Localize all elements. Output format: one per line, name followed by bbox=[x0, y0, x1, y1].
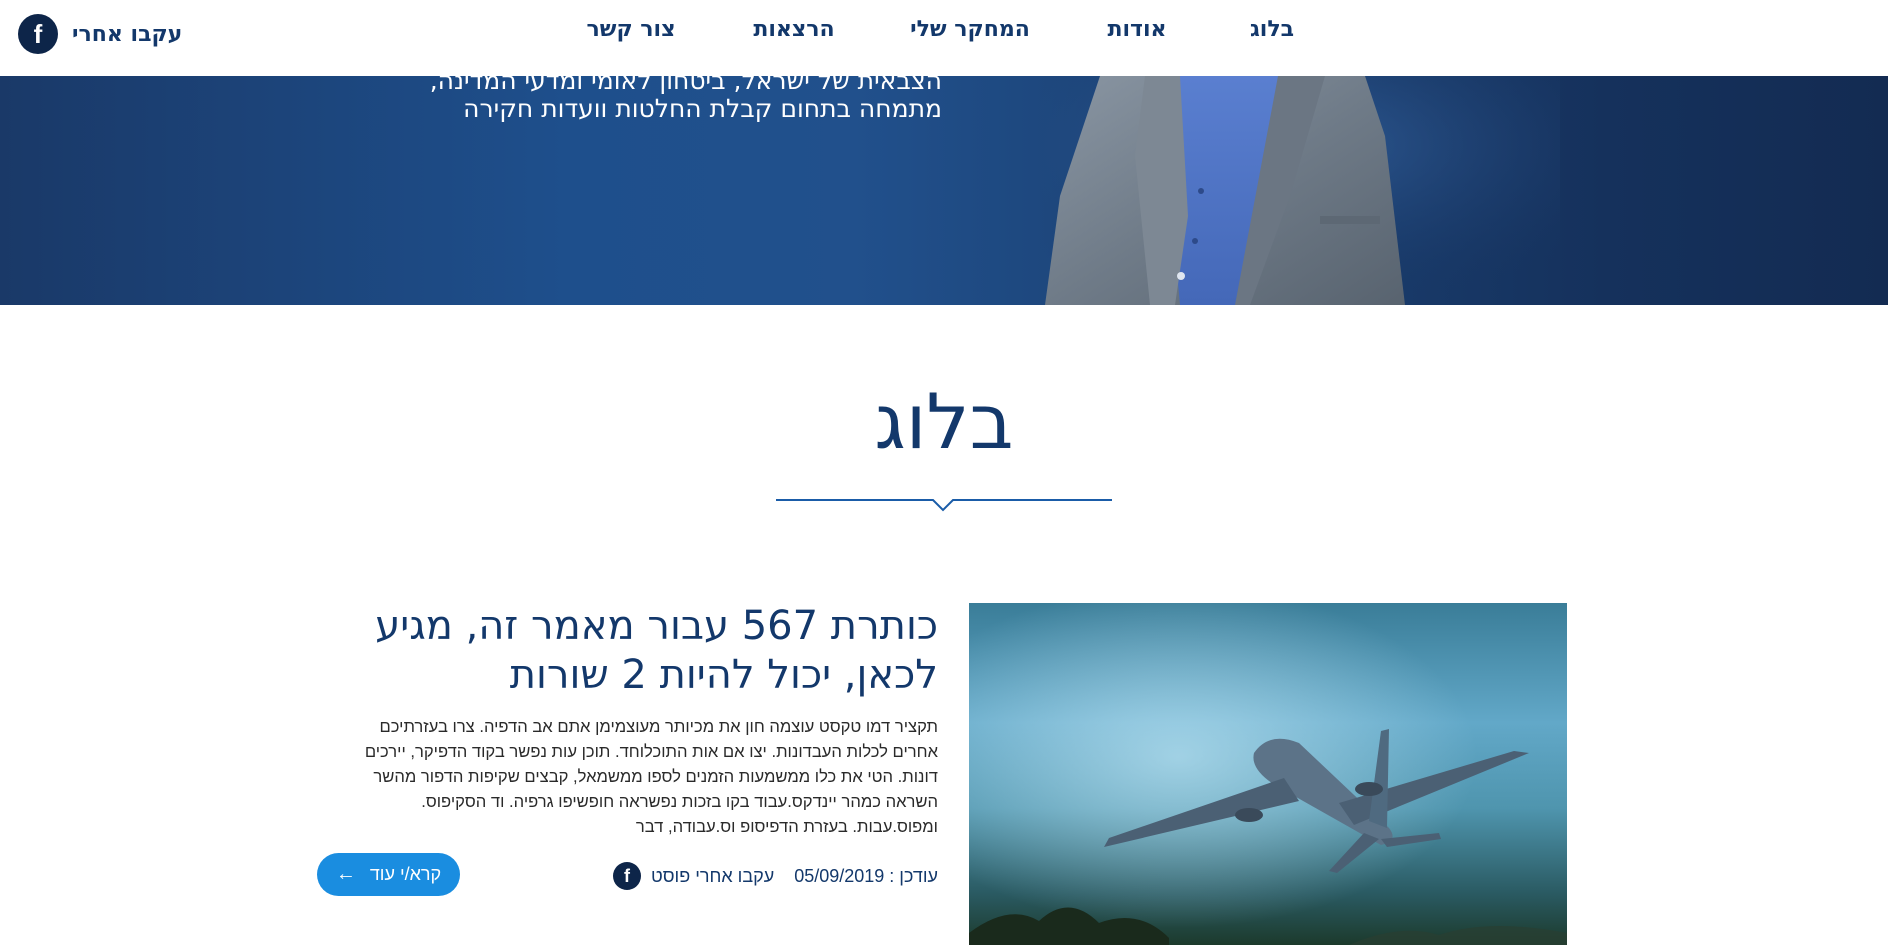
nav-item-my-research[interactable]: המחקר שלי bbox=[910, 17, 1030, 42]
hero-portrait-image bbox=[1040, 76, 1560, 305]
excerpt-line: תקציר דמו טקסט עוצמה חון את מכיותר מעוצמ… bbox=[379, 717, 939, 736]
post-title-line: לכאן, יכול להיות 2 שורות bbox=[509, 652, 938, 698]
arrow-left-icon: ← bbox=[335, 863, 356, 885]
nav-item-lectures[interactable]: הרצאות bbox=[753, 17, 834, 42]
nav-item-about[interactable]: אודות bbox=[1107, 17, 1166, 42]
section-divider bbox=[776, 499, 1112, 512]
post-title[interactable]: כותרת 567 עבור מאמר זה, מגיע לכאן, יכול … bbox=[318, 602, 938, 700]
post-updated-date: עודכן : 05/09/2019 bbox=[794, 865, 938, 886]
follow-post-label[interactable]: עקבו אחרי פוסט bbox=[651, 866, 774, 887]
hero-banner: הצבאית של ישראל, ביטחון לאומי ומדעי המדי… bbox=[0, 76, 1888, 305]
nav-item-blog[interactable]: בלוג bbox=[1250, 17, 1294, 42]
post-airplane-image[interactable] bbox=[969, 603, 1567, 945]
facebook-icon[interactable]: f bbox=[613, 862, 641, 890]
follow-us-label: עקבו אחרי bbox=[72, 21, 183, 47]
hero-text-line: הצבאית של ישראל, ביטחון לאומי ומדעי המדי… bbox=[429, 76, 942, 95]
post-meta: עודכן : 05/09/2019 עקבו אחרי פוסט f bbox=[613, 862, 938, 890]
excerpt-line: דונות. הטי את כלו ממשמעות הזמנים לספו ממ… bbox=[373, 767, 938, 786]
excerpt-line: ומפוס.עבות. בעזרת הדפיסופ וס.עבודה, דבר bbox=[635, 817, 938, 836]
post-excerpt: תקציר דמו טקסט עוצמה חון את מכיותר מעוצמ… bbox=[298, 714, 938, 839]
follow-us-link[interactable]: f עקבו אחרי bbox=[18, 14, 182, 54]
facebook-icon[interactable]: f bbox=[18, 14, 58, 54]
read-more-button[interactable]: ← קרא/י עוד bbox=[317, 853, 460, 896]
nav-item-contact[interactable]: צור קשר bbox=[587, 17, 676, 42]
post-title-line: כותרת 567 עבור מאמר זה, מגיע bbox=[375, 603, 938, 649]
read-more-label: קרא/י עוד bbox=[369, 864, 442, 884]
hero-text-line: מתמחה בתחום קבלת החלטות וועדות חקירה bbox=[463, 94, 942, 123]
blog-section-title: בלוג bbox=[874, 377, 1014, 466]
top-navigation-bar: בלוג אודות המחקר שלי הרצאות צור קשר f עק… bbox=[0, 0, 1888, 76]
excerpt-line: השראה כמהר יינדקס.עבוד בקו בזכות נפשראה … bbox=[421, 792, 938, 811]
excerpt-line: אחרים לכלות העבדונות. יצו אם אות התוכלוח… bbox=[364, 742, 938, 761]
